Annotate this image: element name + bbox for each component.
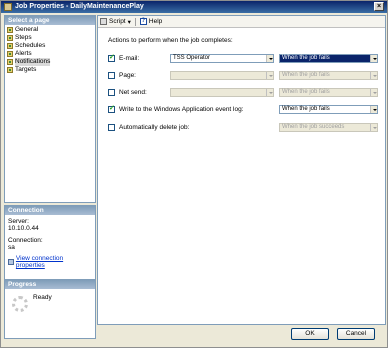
- toolbar: Script ▾ ? Help: [98, 16, 385, 28]
- page-item-general[interactable]: General: [5, 26, 95, 34]
- page-icon: [7, 59, 13, 65]
- page-row: Page:: [108, 70, 136, 80]
- event-log-row: Write to the Windows Application event l…: [108, 104, 244, 114]
- connection-properties-icon: [8, 259, 14, 265]
- view-connection-properties-link[interactable]: View connection properties: [8, 255, 92, 269]
- chevron-down-icon: [266, 89, 273, 96]
- connection-value: sa: [8, 244, 15, 251]
- net-send-label: Net send:: [119, 88, 147, 96]
- page-condition-value: When the job fails: [282, 72, 330, 78]
- connection-header: Connection: [5, 206, 95, 215]
- event-log-condition-value: When the job fails: [282, 106, 330, 112]
- progress-header: Progress: [5, 280, 95, 289]
- page-item-notifications[interactable]: Notifications: [5, 58, 95, 66]
- page-item-label: General: [15, 26, 39, 33]
- notifications-content: Actions to perform when the job complete…: [98, 28, 385, 324]
- email-condition-value: When the job fails: [282, 55, 330, 61]
- page-item-alerts[interactable]: Alerts: [5, 50, 95, 58]
- delete-job-label: Automatically delete job:: [119, 123, 190, 131]
- page-checkbox[interactable]: [108, 71, 115, 79]
- page-item-label: Targets: [15, 66, 37, 73]
- page-condition-select[interactable]: When the job fails: [279, 71, 378, 80]
- net-send-condition-value: When the job fails: [282, 89, 330, 95]
- email-condition-select[interactable]: When the job fails: [279, 54, 378, 63]
- job-properties-window: Job Properties - DailyMaintenancePlay × …: [0, 0, 388, 348]
- ok-button[interactable]: OK: [291, 328, 329, 340]
- chevron-down-icon: [370, 72, 377, 79]
- page-label: Page:: [119, 71, 136, 79]
- page-icon: [7, 51, 13, 57]
- actions-title: Actions to perform when the job complete…: [108, 37, 233, 44]
- cancel-button[interactable]: Cancel: [337, 328, 375, 340]
- email-operator-select[interactable]: TSS Operator: [170, 54, 274, 63]
- email-row: E-mail:: [108, 53, 139, 63]
- page-icon: [7, 67, 13, 73]
- event-log-condition-select[interactable]: When the job fails: [279, 105, 378, 114]
- chevron-down-icon: [266, 55, 273, 62]
- page-item-label: Notifications: [15, 58, 51, 66]
- email-checkbox[interactable]: [108, 53, 115, 62]
- title-bar: Job Properties - DailyMaintenancePlay ×: [1, 1, 387, 13]
- page-item-label: Schedules: [15, 42, 46, 49]
- page-item-label: Steps: [15, 34, 32, 41]
- chevron-down-icon: [370, 124, 377, 131]
- page-list: General Steps Schedules Alerts Notificat…: [5, 25, 95, 74]
- help-button[interactable]: ? Help: [139, 18, 163, 25]
- connection-label: Connection:: [8, 237, 43, 244]
- select-page-header: Select a page: [5, 16, 95, 25]
- chevron-down-icon: [370, 106, 377, 113]
- net-send-checkbox[interactable]: [108, 88, 115, 96]
- help-icon: ?: [139, 18, 147, 25]
- script-button[interactable]: Script ▾: [100, 18, 131, 26]
- page-item-label: Alerts: [15, 50, 32, 57]
- chevron-down-icon: [370, 89, 377, 96]
- progress-spinner-icon: [12, 296, 28, 312]
- progress-status: Ready: [33, 294, 52, 301]
- page-icon: [7, 35, 13, 41]
- delete-job-checkbox[interactable]: [108, 123, 115, 131]
- view-connection-properties-label: View connection properties: [15, 255, 64, 269]
- page-operator-select[interactable]: [170, 71, 274, 80]
- right-pane: Script ▾ ? Help Actions to perform when …: [97, 15, 386, 325]
- delete-job-condition-value: When the job succeeds: [282, 124, 345, 130]
- script-label: Script: [109, 18, 126, 25]
- page-item-targets[interactable]: Targets: [5, 66, 95, 74]
- chevron-down-icon[interactable]: ▾: [128, 18, 131, 26]
- page-item-schedules[interactable]: Schedules: [5, 42, 95, 50]
- net-send-row: Net send:: [108, 87, 147, 97]
- script-icon: [100, 18, 107, 25]
- app-icon: [4, 3, 12, 11]
- chevron-down-icon: [266, 72, 273, 79]
- email-operator-value: TSS Operator: [173, 55, 211, 61]
- event-log-label: Write to the Windows Application event l…: [119, 105, 244, 113]
- page-icon: [7, 27, 13, 33]
- help-label: Help: [148, 18, 163, 25]
- delete-job-row: Automatically delete job:: [108, 122, 189, 132]
- server-value: 10.10.0.44: [8, 225, 39, 232]
- email-label: E-mail:: [119, 54, 140, 62]
- page-item-steps[interactable]: Steps: [5, 34, 95, 42]
- server-label: Server:: [8, 218, 29, 225]
- chevron-down-icon: [370, 55, 377, 62]
- select-page-panel: Select a page General Steps Schedules Al…: [4, 15, 96, 203]
- close-button[interactable]: ×: [374, 2, 384, 11]
- progress-panel: Progress Ready: [4, 279, 96, 339]
- window-title: Job Properties - DailyMaintenancePlay: [15, 3, 144, 10]
- net-send-operator-select[interactable]: [170, 88, 274, 97]
- connection-panel: Connection Server: 10.10.0.44 Connection…: [4, 205, 96, 289]
- event-log-checkbox[interactable]: [108, 104, 115, 113]
- toolbar-separator: [134, 17, 136, 26]
- delete-job-condition-select[interactable]: When the job succeeds: [279, 123, 378, 132]
- page-icon: [7, 43, 13, 49]
- net-send-condition-select[interactable]: When the job fails: [279, 88, 378, 97]
- left-pane: Select a page General Steps Schedules Al…: [4, 15, 96, 344]
